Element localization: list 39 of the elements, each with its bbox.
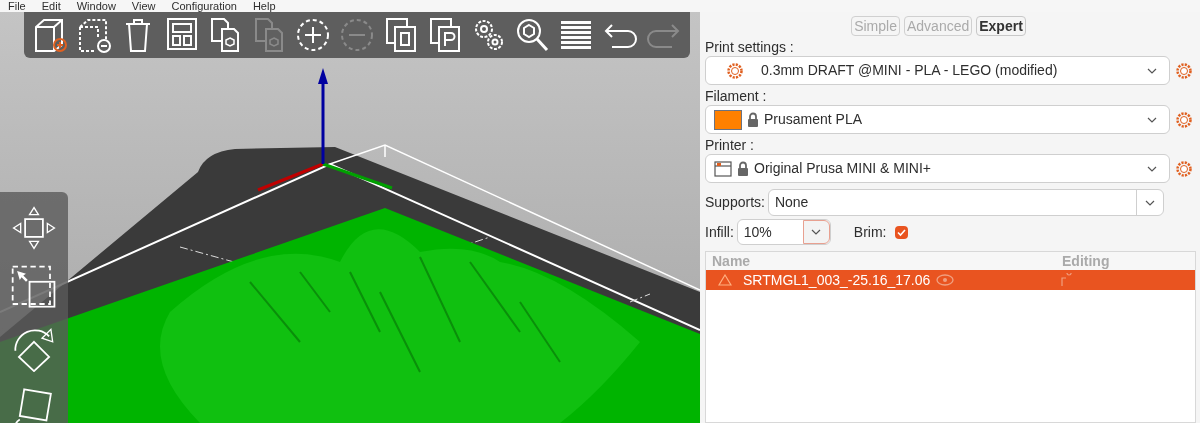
preset-value: Original Prusa MINI & MINI+ bbox=[754, 159, 932, 178]
gear-icon[interactable] bbox=[726, 61, 744, 80]
menu-item[interactable]: File bbox=[8, 0, 26, 12]
warning-icon bbox=[718, 274, 732, 286]
preset-combo[interactable]: 0.3mm DRAFT @MINI - PLA - LEGO (modified) bbox=[705, 56, 1170, 85]
menu-item[interactable]: Window bbox=[76, 0, 116, 12]
menu-item[interactable]: View bbox=[131, 0, 156, 12]
settings-icon[interactable] bbox=[1175, 110, 1193, 129]
menu-item[interactable]: Help bbox=[252, 0, 276, 12]
lock-icon bbox=[747, 111, 759, 128]
brim-checkbox[interactable] bbox=[895, 225, 909, 239]
infill-value: 10% bbox=[743, 222, 773, 242]
caret-icon bbox=[1147, 165, 1157, 172]
menu-item[interactable]: Configuration bbox=[171, 0, 237, 12]
preset-combo[interactable]: Original Prusa MINI & MINI+ bbox=[705, 154, 1170, 183]
settings-icon[interactable] bbox=[1175, 61, 1193, 80]
mode-button[interactable]: Expert bbox=[976, 16, 1026, 36]
supports-combo[interactable]: None bbox=[767, 189, 1164, 216]
menu-item[interactable]: Edit bbox=[41, 0, 61, 12]
preset-combo[interactable]: Prusament PLA bbox=[705, 105, 1170, 134]
brim-label: Brim: bbox=[853, 222, 887, 242]
caret-icon bbox=[1147, 67, 1157, 74]
preset-value: Prusament PLA bbox=[764, 110, 864, 129]
infill-combo[interactable]: 10% bbox=[736, 219, 831, 245]
caret-icon bbox=[1144, 199, 1155, 206]
preset-label: Print settings : bbox=[705, 38, 795, 56]
preset-label: Filament : bbox=[705, 87, 768, 105]
caret-icon bbox=[1147, 116, 1157, 123]
lock-icon bbox=[737, 160, 749, 177]
settings-icon[interactable] bbox=[1175, 159, 1193, 178]
preset-label: Printer : bbox=[705, 136, 755, 154]
supports-value: None bbox=[774, 193, 810, 212]
object-name: SRTMGL1_003_-25.16_17.06 bbox=[743, 270, 931, 290]
infill-label: Infill: bbox=[705, 222, 734, 242]
supports-label: Supports: bbox=[705, 193, 765, 212]
preset-value: 0.3mm DRAFT @MINI - PLA - LEGO (modified) bbox=[761, 61, 1059, 80]
check-icon bbox=[897, 227, 907, 237]
caret-icon bbox=[811, 229, 822, 235]
printer-icon bbox=[714, 160, 732, 177]
